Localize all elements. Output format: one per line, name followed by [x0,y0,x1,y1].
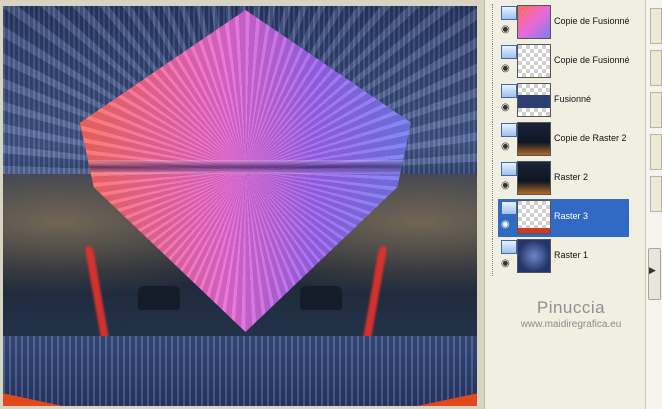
car-left [138,286,180,310]
canvas-frame [0,0,484,409]
raster-layer-icon [501,123,517,137]
layer-thumbnail [517,200,551,234]
thumbnail-fill [518,240,550,272]
layer-tree-line [492,199,497,237]
layer-row[interactable]: ◉ Raster 3 [492,199,629,237]
raster-layer-icon [501,162,517,176]
layer-name: Copie de Fusionné [554,16,630,26]
image-canvas[interactable] [3,6,477,406]
watermark-url: www.maidiregrafica.eu [520,319,622,330]
side-tab[interactable] [650,92,662,128]
layer-tree-line [492,238,497,276]
layer-name: Copie de Fusionné [554,55,630,65]
thumbnail-fill [518,84,550,116]
eye-icon[interactable]: ◉ [501,142,510,152]
eye-icon[interactable]: ◉ [501,64,510,74]
watermark: Pinuccia www.maidiregrafica.eu [501,298,641,330]
layer-tree-line [492,121,497,159]
watermark-name: Pinuccia [536,298,606,317]
raster-layer-icon [501,45,517,59]
layer-name: Copie de Raster 2 [554,133,627,143]
scroll-arrow-icon[interactable]: ▶ [649,265,656,276]
layers-scrollbar[interactable]: ▶ [645,0,662,409]
layer-name: Raster 3 [554,211,589,221]
raster-layer-icon [501,240,517,254]
thumbnail-fill [518,45,550,77]
layer-thumbnail [517,161,551,195]
thumbnail-fill [518,201,550,233]
side-tab[interactable] [650,8,662,44]
layer-row[interactable]: ◉ Copie de Raster 2 [492,121,629,159]
layer-row[interactable]: ◉ Raster 1 [492,238,629,276]
raster-layer-icon [501,6,517,20]
layer-tree-line [492,160,497,198]
eye-icon[interactable]: ◉ [501,25,510,35]
eye-icon[interactable]: ◉ [501,103,510,113]
layer-row[interactable]: ◉ Raster 2 [492,160,629,198]
layer-thumbnail [517,239,551,273]
layer-name: Fusionné [554,94,592,104]
layer-tree-line [492,82,497,120]
layer-row[interactable]: ◉ Copie de Fusionné [492,43,630,81]
layer-tree-line [492,4,497,42]
raster-layer-icon [501,201,517,215]
layer-thumbnail [517,83,551,117]
thumbnail-fill [518,123,550,155]
side-tab[interactable] [650,134,662,170]
side-tab[interactable] [650,176,662,212]
side-tab[interactable] [650,50,662,86]
car-right [300,286,342,310]
layer-thumbnail [517,44,551,78]
eye-icon[interactable]: ◉ [501,181,510,191]
thumbnail-fill [518,162,550,194]
raster-layer-icon [501,84,517,98]
layer-tree-line [492,43,497,81]
layer-name: Raster 2 [554,172,589,182]
eye-icon[interactable]: ◉ [501,259,510,269]
eye-icon[interactable]: ◉ [501,220,510,230]
striped-floor [3,336,477,406]
layer-row[interactable]: ◉ Copie de Fusionné [492,4,630,42]
thumbnail-fill [518,6,550,38]
layer-thumbnail [517,122,551,156]
layer-thumbnail [517,5,551,39]
layer-name: Raster 1 [554,250,589,260]
diamond-center-band [79,160,412,174]
layers-panel: ◉ Copie de Fusionné ◉ Copie de Fusionné ◉ F… [484,0,645,409]
layer-row[interactable]: ◉ Fusionné [492,82,629,120]
